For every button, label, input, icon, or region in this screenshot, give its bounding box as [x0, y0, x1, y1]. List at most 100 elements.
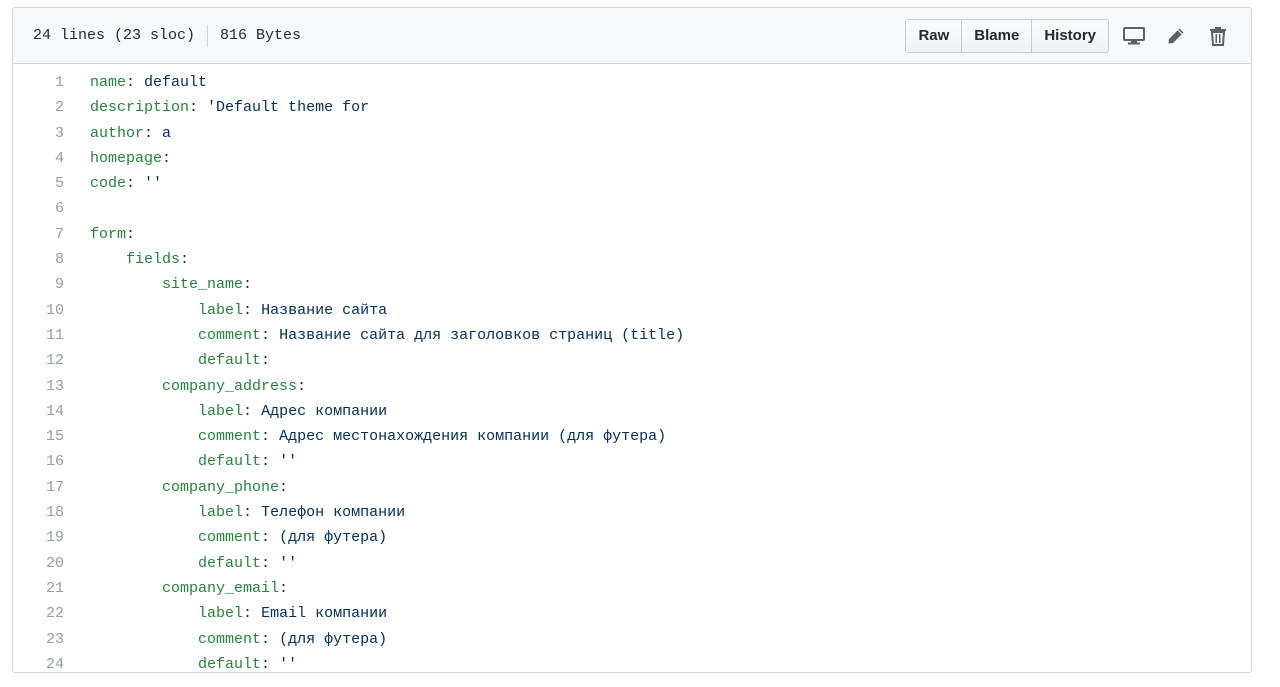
code-line: 22 label: Email компании: [13, 601, 1251, 626]
code-text: company_address:: [90, 374, 306, 399]
code-text: company_phone:: [90, 475, 288, 500]
yaml-key: comment: [198, 630, 262, 648]
code-line: 19 comment: (для футера): [13, 525, 1251, 550]
colon: :: [297, 377, 307, 395]
code-line: 16 default: '': [13, 449, 1251, 474]
line-number[interactable]: 16: [13, 449, 90, 474]
yaml-key: homepage: [90, 149, 163, 167]
code-text: default: '': [90, 652, 297, 672]
code-text: label: Адрес компании: [90, 399, 387, 424]
colon: :: [261, 326, 271, 344]
code-line: 10 label: Название сайта: [13, 298, 1251, 323]
line-number[interactable]: 21: [13, 576, 90, 601]
yaml-key: company_address: [162, 377, 298, 395]
code-text: form:: [90, 222, 135, 247]
view-button-group: Raw Blame History: [905, 18, 1109, 53]
code-text: comment: (для футера): [90, 525, 387, 550]
code-line: 15 comment: Адрес местонахождения компан…: [13, 424, 1251, 449]
code-text: default:: [90, 348, 270, 373]
colon: :: [243, 402, 253, 420]
colon: :: [189, 99, 199, 117]
yaml-key: comment: [198, 529, 262, 547]
code-text: comment: Адрес местонахождения компании …: [90, 424, 666, 449]
line-number[interactable]: 2: [13, 95, 90, 120]
line-number[interactable]: 22: [13, 601, 90, 626]
yaml-value: Телефон компании: [252, 504, 406, 522]
code-text: site_name:: [90, 272, 252, 297]
yaml-value: Название сайта для заголовков страниц (t…: [270, 326, 685, 344]
colon: :: [261, 630, 271, 648]
yaml-key: label: [198, 605, 244, 623]
raw-button[interactable]: Raw: [905, 18, 963, 53]
file-size: 816 Bytes: [220, 27, 302, 44]
line-number[interactable]: 24: [13, 652, 90, 672]
line-number[interactable]: 1: [13, 70, 90, 95]
yaml-key: description: [90, 99, 190, 117]
yaml-value: Email компании: [252, 605, 388, 623]
yaml-value: a: [153, 124, 172, 142]
line-number[interactable]: 7: [13, 222, 90, 247]
pencil-icon[interactable]: [1163, 23, 1189, 49]
line-number[interactable]: 6: [13, 196, 90, 221]
yaml-value: '': [270, 554, 298, 572]
colon: :: [243, 301, 253, 319]
trash-icon[interactable]: [1205, 23, 1231, 49]
yaml-value: (для футера): [270, 529, 388, 547]
file-header: 24 lines (23 sloc) 816 Bytes Raw Blame H…: [13, 8, 1251, 64]
line-number[interactable]: 19: [13, 525, 90, 550]
yaml-value: Название сайта: [252, 301, 388, 319]
line-number[interactable]: 4: [13, 146, 90, 171]
line-number[interactable]: 18: [13, 500, 90, 525]
line-number[interactable]: 8: [13, 247, 90, 272]
colon: :: [243, 605, 253, 623]
code-text: description: 'Default theme for: [90, 95, 369, 120]
line-number[interactable]: 5: [13, 171, 90, 196]
colon: :: [243, 276, 253, 294]
code-line: 6: [13, 196, 1251, 221]
line-number[interactable]: 13: [13, 374, 90, 399]
code-text: comment: (для футера): [90, 627, 387, 652]
line-number[interactable]: 12: [13, 348, 90, 373]
yaml-value: Адрес местонахождения компании (для футе…: [270, 428, 667, 446]
yaml-key: default: [198, 554, 262, 572]
yaml-value: default: [135, 74, 208, 91]
code-text: homepage:: [90, 146, 171, 171]
line-number[interactable]: 23: [13, 627, 90, 652]
line-number[interactable]: 15: [13, 424, 90, 449]
code-text: code: '': [90, 171, 162, 196]
colon: :: [261, 453, 271, 471]
colon: :: [126, 225, 136, 243]
blame-button[interactable]: Blame: [962, 18, 1033, 53]
code-text: fields:: [90, 247, 189, 272]
history-button[interactable]: History: [1032, 18, 1109, 53]
line-number[interactable]: 9: [13, 272, 90, 297]
code-line: 4 homepage:: [13, 146, 1251, 171]
colon: :: [126, 175, 136, 193]
line-number[interactable]: 20: [13, 551, 90, 576]
yaml-key: label: [198, 504, 244, 522]
line-number[interactable]: 14: [13, 399, 90, 424]
line-number[interactable]: 11: [13, 323, 90, 348]
yaml-key: comment: [198, 428, 262, 446]
line-number[interactable]: 3: [13, 121, 90, 146]
yaml-key: fields: [126, 251, 181, 269]
desktop-icon[interactable]: [1121, 23, 1147, 49]
code-text: company_email:: [90, 576, 288, 601]
line-number[interactable]: 10: [13, 298, 90, 323]
yaml-key: code: [90, 175, 127, 193]
yaml-key: default: [198, 453, 262, 471]
yaml-key: label: [198, 402, 244, 420]
yaml-value: Адрес компании: [252, 402, 388, 420]
line-number[interactable]: 17: [13, 475, 90, 500]
code-line: 11 comment: Название сайта для заголовко…: [13, 323, 1251, 348]
